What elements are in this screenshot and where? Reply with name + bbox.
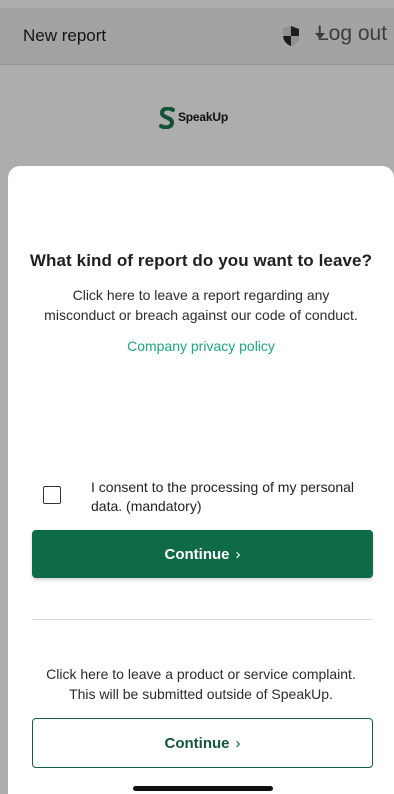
chevron-right-icon: › (235, 734, 241, 752)
complaint-description-line: Click here to leave a product or service… (46, 666, 356, 682)
report-description-line: Click here to leave a report regarding a… (72, 287, 330, 303)
consent-label-line: data. (mandatory) (91, 498, 202, 514)
report-description-line: misconduct or breach against our code of… (44, 307, 358, 323)
sheet-title: What kind of report do you want to leave… (29, 251, 373, 270)
screen: New report Log out SpeakUp What kind of … (0, 0, 394, 794)
continue-report-button[interactable]: Continue › (32, 530, 373, 578)
report-description: Click here to leave a report regarding a… (8, 285, 394, 325)
continue-report-label: Continue (164, 545, 230, 563)
consent-row[interactable]: I consent to the processing of my person… (43, 478, 383, 522)
report-type-sheet: What kind of report do you want to leave… (8, 166, 394, 794)
consent-checkbox[interactable] (43, 486, 61, 504)
continue-complaint-button[interactable]: Continue › (32, 718, 373, 768)
privacy-policy-link[interactable]: Company privacy policy (8, 338, 394, 354)
continue-complaint-label: Continue (164, 734, 230, 752)
consent-label-line: I consent to the processing of my person… (91, 479, 355, 495)
consent-label: I consent to the processing of my person… (91, 478, 381, 516)
chevron-right-icon: › (235, 545, 241, 563)
complaint-description: Click here to leave a product or service… (8, 664, 394, 704)
home-indicator (133, 786, 273, 791)
complaint-description-line: This will be submitted outside of SpeakU… (69, 686, 333, 702)
section-divider (32, 619, 373, 620)
